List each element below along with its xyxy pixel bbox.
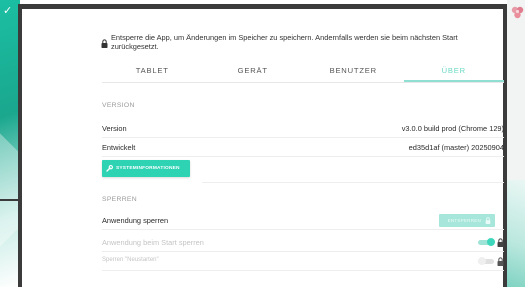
- lock-restart-label: Sperren "Neustarten": [102, 257, 159, 263]
- wrench-icon: [106, 165, 113, 172]
- check-icon: ✓: [3, 5, 13, 17]
- tab-tablet[interactable]: TABLET: [102, 61, 203, 82]
- lock-restart-toggle[interactable]: [478, 257, 494, 265]
- unlock-button-label: ENTSPERREN: [447, 218, 481, 223]
- settings-dialog: Entsperre die App, um Änderungen im Spei…: [22, 9, 504, 287]
- system-info-button-label: SYSTEMINFORMATIONEN: [116, 166, 180, 171]
- lock-on-start-label: Anwendung beim Start sperren: [102, 238, 204, 247]
- settings-tabs: TABLET GERÄT BENUTZER ÜBER: [102, 61, 504, 83]
- version-section-title: VERSION: [102, 102, 135, 109]
- lock-app-label: Anwendung sperren: [102, 216, 169, 225]
- version-section-divider: [202, 162, 504, 183]
- unlock-notice-text: Entsperre die App, um Änderungen im Spei…: [111, 33, 458, 51]
- unlock-notice: Entsperre die App, um Änderungen im Spei…: [101, 33, 482, 51]
- flower-icon: [511, 6, 524, 19]
- version-value: v3.0.0 build prod (Chrome 129): [401, 124, 504, 133]
- background-left-shape: [0, 0, 20, 287]
- lock-app-row: Anwendung sperren ENTSPERREN: [102, 211, 504, 230]
- developed-value: ed35d1af (master) 20250904: [408, 143, 504, 152]
- version-row: Version v3.0.0 build prod (Chrome 129): [102, 119, 504, 138]
- lock-icon: [101, 39, 108, 48]
- version-label: Version: [102, 124, 127, 133]
- toggle-knob: [478, 257, 486, 265]
- lock-on-start-toggle[interactable]: [478, 238, 495, 246]
- toggle-knob: [487, 238, 495, 246]
- developed-label: Entwickelt: [102, 143, 136, 152]
- system-info-button[interactable]: SYSTEMINFORMATIONEN: [102, 160, 190, 177]
- lock-icon: [485, 217, 491, 224]
- lock-on-start-row: Anwendung beim Start sperren: [102, 233, 504, 252]
- unlock-button[interactable]: ENTSPERREN: [439, 214, 495, 227]
- tab-benutzer[interactable]: BENUTZER: [303, 61, 404, 82]
- background-right-shape: [507, 180, 525, 287]
- tab-geraet[interactable]: GERÄT: [203, 61, 304, 82]
- tab-ueber[interactable]: ÜBER: [403, 61, 504, 82]
- developed-row: Entwickelt ed35d1af (master) 20250904: [102, 138, 504, 157]
- sperren-section-title: SPERREN: [102, 196, 137, 203]
- lock-restart-row: Sperren "Neustarten": [102, 252, 504, 271]
- lock-icon: [497, 257, 504, 266]
- background-divider: [0, 199, 20, 201]
- lock-icon: [497, 238, 504, 247]
